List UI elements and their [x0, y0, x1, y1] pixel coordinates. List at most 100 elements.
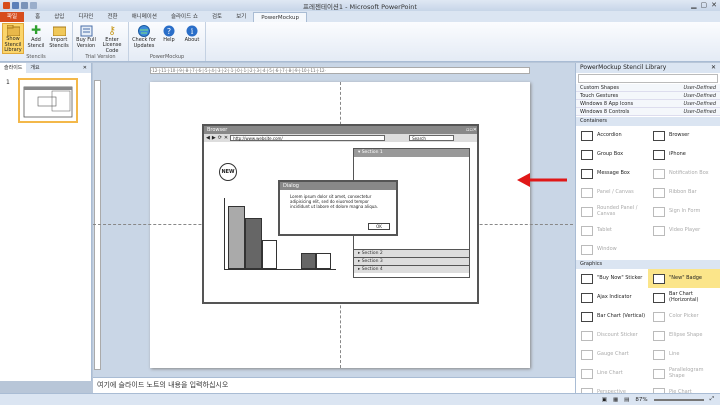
new-badge[interactable]: NEW — [219, 163, 237, 181]
tab-design[interactable]: 디자인 — [71, 12, 100, 22]
tab-transitions[interactable]: 전환 — [101, 12, 125, 22]
slide-thumbnail[interactable] — [18, 78, 78, 123]
notes-pane[interactable]: 여기에 슬라이드 노트의 내용을 입력하십시오 — [93, 377, 575, 393]
stencil-preview-icon — [653, 149, 665, 160]
enter-license-code-button[interactable]: ⚷ Enter License Code — [98, 23, 126, 54]
stencil-preview-icon — [581, 149, 593, 160]
check-for-updates-button[interactable]: Check for Updates — [131, 23, 157, 54]
window-title: 프레젠테이션1 - Microsoft PowerPoint — [303, 2, 417, 11]
stencil-item-line[interactable]: Line — [648, 345, 720, 364]
stencil-item-ribbon-bar[interactable]: Ribbon Bar — [648, 183, 720, 202]
accordion-section-4: ▸ Section 4 — [354, 265, 469, 273]
stencil-preview-icon — [653, 168, 665, 179]
stencil-item-gauge-chart[interactable]: Gauge Chart — [576, 345, 648, 364]
containers-header[interactable]: Containers — [576, 117, 720, 126]
tab-animations[interactable]: 애니메이션 — [125, 12, 164, 22]
chart-bar — [262, 240, 277, 269]
key-icon: ⚷ — [107, 23, 117, 37]
stencil-item-message-box[interactable]: Message Box — [576, 164, 648, 183]
tab-powermockup[interactable]: PowerMockup — [253, 12, 308, 22]
fit-slide-icon[interactable]: ⤢ — [710, 396, 714, 403]
stencil-item-buy-now-sticker[interactable]: "Buy Now" Sticker — [576, 269, 648, 288]
stencil-search-box[interactable] — [578, 74, 718, 83]
stencil-item-accordion[interactable]: Accordion — [576, 126, 648, 145]
tab-review[interactable]: 검토 — [205, 12, 229, 22]
stencil-preview-icon — [653, 368, 665, 379]
stencil-item-bar-chart-horizontal[interactable]: Bar Chart (Horizontal) — [648, 288, 720, 307]
stencil-preview-icon — [653, 225, 665, 236]
tab-home[interactable]: 홈 — [28, 12, 47, 22]
view-reading-icon[interactable]: ▤ — [624, 397, 629, 403]
red-arrow-annotation — [517, 173, 567, 187]
accordion-section-1: ▾ Section 1 — [354, 149, 469, 157]
close-pane-icon[interactable]: ✕ — [711, 63, 716, 73]
stencil-item-rounded-panel-canvas[interactable]: Rounded Panel / Canvas — [576, 202, 648, 221]
stencil-item-ajax-indicator[interactable]: Ajax Indicator — [576, 288, 648, 307]
chart-bar — [316, 253, 331, 269]
category-windows-8-controls[interactable]: Windows 8 Controls User-Defined — [576, 108, 720, 116]
show-stencil-library-button[interactable]: Show Stencil Library — [2, 23, 24, 54]
stencil-item-bar-chart-vertical[interactable]: Bar Chart (Vertical) — [576, 307, 648, 326]
category-windows-8-app-icons[interactable]: Windows 8 App Icons User-Defined — [576, 100, 720, 108]
chart-bar — [245, 218, 262, 269]
search-field: Search — [409, 135, 455, 141]
slide-canvas[interactable]: Browser ▫▫✕ ◀ ▶ ⟳ ✕ http://www.website.c… — [93, 82, 573, 368]
stencil-preview-icon — [653, 273, 665, 284]
stencil-item-notification-box[interactable]: Notification Box — [648, 164, 720, 183]
view-normal-icon[interactable]: ▣ — [602, 397, 607, 403]
zoom-slider[interactable] — [653, 398, 704, 401]
pane-close-icon[interactable]: ✕ — [79, 63, 91, 73]
stencil-item-new-badge[interactable]: "New" Badge — [648, 269, 720, 288]
help-button[interactable]: ? Help — [158, 23, 180, 54]
group-powermockup: Check for Updates ? Help i About PowerMo… — [129, 22, 206, 61]
maximize-icon[interactable]: ▢ — [701, 1, 708, 9]
ribbon-tabs: 파일 홈 삽입 디자인 전환 애니메이션 슬라이드 쇼 검토 보기 PowerM… — [0, 11, 720, 22]
tab-outline[interactable]: 개요 — [26, 63, 43, 73]
stencil-item-ellipse-shape[interactable]: Ellipse Shape — [648, 326, 720, 345]
about-button[interactable]: i About — [181, 23, 203, 54]
stencil-library-pane: PowerMockup Stencil Library ✕ Custom Sha… — [575, 63, 720, 393]
stencil-item-color-picker[interactable]: Color Picker — [648, 307, 720, 326]
stencil-item-panel-canvas[interactable]: Panel / Canvas — [576, 183, 648, 202]
add-stencil-button[interactable]: ✚ Add Stencil — [25, 23, 47, 54]
stencil-item-tablet[interactable]: Tablet — [576, 221, 648, 240]
buy-full-version-button[interactable]: Buy Full Version — [75, 23, 97, 54]
stencil-item-parallelogram-shape[interactable]: Parallelogram Shape — [648, 364, 720, 383]
stencil-preview-icon — [653, 330, 665, 341]
tab-insert[interactable]: 삽입 — [47, 12, 71, 22]
svg-text:?: ? — [167, 27, 171, 36]
stencil-item-sign-in-form[interactable]: Sign In Form — [648, 202, 720, 221]
forward-icon: ▶ — [211, 135, 216, 141]
tab-file[interactable]: 파일 — [0, 12, 25, 22]
zoom-level[interactable]: 87% — [635, 397, 647, 403]
url-field: http://www.website.com/ — [230, 135, 386, 141]
stencil-item-pie-chart[interactable]: Pie Chart — [648, 383, 720, 393]
stencil-item-line-chart[interactable]: Line Chart — [576, 364, 648, 383]
title-bar: 프레젠테이션1 - Microsoft PowerPoint ▁ ▢ ✕ — [0, 0, 720, 11]
chart-axis-y — [224, 198, 225, 270]
dialog-ok-button: OK — [368, 223, 390, 230]
category-touch-gestures[interactable]: Touch Gestures User-Defined — [576, 92, 720, 100]
stencil-item-discount-sticker[interactable]: Discount Sticker — [576, 326, 648, 345]
import-folder-icon — [52, 24, 66, 37]
dialog-mockup[interactable]: Dialog Lorem ipsum dolor sit amet, conse… — [278, 180, 398, 236]
stencil-item-perspective[interactable]: Perspective — [576, 383, 648, 393]
graphics-header[interactable]: Graphics — [576, 260, 720, 269]
stencil-item-iphone[interactable]: iPhone — [648, 145, 720, 164]
import-stencils-button[interactable]: Import Stencils — [48, 23, 70, 54]
slide-number: 1 — [6, 79, 10, 86]
minimize-icon[interactable]: ▁ — [691, 1, 696, 9]
stencil-item-window[interactable]: Window — [576, 240, 648, 259]
stencil-item-group-box[interactable]: Group Box — [576, 145, 648, 164]
tab-slides[interactable]: 슬라이드 — [0, 63, 27, 73]
stencil-item-video-player[interactable]: Video Player — [648, 221, 720, 240]
close-icon[interactable]: ✕ — [711, 1, 717, 9]
tab-slideshow[interactable]: 슬라이드 쇼 — [164, 12, 205, 22]
accordion-section-3: ▸ Section 3 — [354, 257, 469, 265]
stencil-item-browser[interactable]: Browser — [648, 126, 720, 145]
view-sorter-icon[interactable]: ▦ — [613, 397, 618, 403]
tab-view[interactable]: 보기 — [229, 12, 253, 22]
category-custom-shapes[interactable]: Custom Shapes User-Defined — [576, 84, 720, 92]
stencil-preview-icon — [581, 225, 593, 236]
slides-pane: 슬라이드 개요 ✕ 1 — [0, 63, 92, 381]
